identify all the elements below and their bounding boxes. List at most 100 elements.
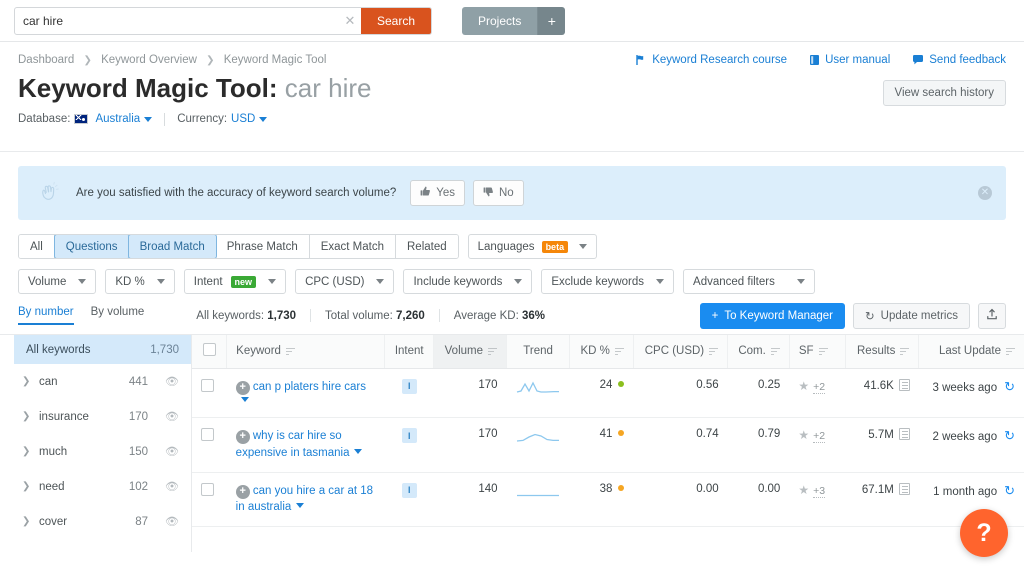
breadcrumb-keyword-overview[interactable]: Keyword Overview xyxy=(101,54,197,66)
match-tab-related[interactable]: Related xyxy=(396,235,458,258)
keyword-link[interactable]: can p platers hire cars xyxy=(253,381,366,393)
view-tab-by-volume[interactable]: By volume xyxy=(91,306,145,325)
waving-hand-icon xyxy=(32,176,66,210)
sf-extra-count[interactable]: +2 xyxy=(813,430,826,444)
chevron-down-icon[interactable] xyxy=(259,116,268,122)
sort-icon[interactable] xyxy=(488,347,497,355)
select-all-checkbox[interactable] xyxy=(202,343,216,357)
match-tab-phrase-match[interactable]: Phrase Match xyxy=(215,235,310,258)
keyword-research-course-link[interactable]: Keyword Research course xyxy=(635,54,787,66)
sidebar-item-insurance[interactable]: ❯ insurance 170 👁 xyxy=(14,399,191,434)
view-tab-by-number[interactable]: By number xyxy=(18,306,74,325)
th-results[interactable]: Results xyxy=(844,335,919,369)
row-sf-cell: ★ +3 xyxy=(789,472,846,527)
row-checkbox[interactable] xyxy=(201,378,214,392)
th-sf[interactable]: SF xyxy=(788,335,846,369)
match-tab-broad-match[interactable]: Broad Match xyxy=(127,235,217,258)
intent-badge[interactable]: I xyxy=(401,428,417,444)
eye-icon[interactable]: 👁 xyxy=(165,445,179,458)
refresh-icon[interactable]: ↻ xyxy=(1004,483,1015,498)
page-title-query: car hire xyxy=(284,73,372,103)
database-value[interactable]: Australia xyxy=(95,113,140,125)
sort-icon[interactable] xyxy=(614,347,624,355)
breadcrumb-dashboard[interactable]: Dashboard xyxy=(18,54,74,66)
th-keyword[interactable]: Keyword xyxy=(226,335,385,369)
chevron-right-icon[interactable]: ❯ xyxy=(22,411,31,422)
filter-include-keywords[interactable]: Include keywords xyxy=(403,269,533,294)
sidebar-item-need[interactable]: ❯ need 102 👁 xyxy=(14,469,191,504)
eye-icon[interactable]: 👁 xyxy=(165,515,179,528)
breadcrumb-keyword-magic-tool[interactable]: Keyword Magic Tool xyxy=(224,54,327,66)
add-keyword-icon[interactable]: + xyxy=(235,430,250,445)
chevron-down-icon[interactable] xyxy=(296,503,305,509)
sidebar-item-cover[interactable]: ❯ cover 87 👁 xyxy=(14,504,191,539)
document-icon[interactable] xyxy=(898,428,910,441)
eye-icon[interactable]: 👁 xyxy=(165,375,179,388)
keyword-link[interactable]: why is car hire so expensive in tasmania xyxy=(236,430,350,459)
sort-icon[interactable] xyxy=(1006,347,1015,355)
sort-icon[interactable] xyxy=(709,347,719,355)
clear-search-icon[interactable]: ✕ xyxy=(338,7,361,34)
chevron-down-icon[interactable] xyxy=(240,397,249,403)
add-keyword-icon[interactable]: + xyxy=(235,380,250,395)
match-tab-exact-match[interactable]: Exact Match xyxy=(309,235,396,258)
sort-icon[interactable] xyxy=(818,347,828,355)
th-cpc[interactable]: CPC (USD) xyxy=(632,335,728,369)
match-tab-questions[interactable]: Questions xyxy=(53,235,130,258)
chevron-right-icon[interactable]: ❯ xyxy=(22,481,31,492)
chevron-down-icon[interactable] xyxy=(354,448,363,454)
eye-icon[interactable]: 👁 xyxy=(165,480,179,493)
chevron-right-icon[interactable]: ❯ xyxy=(22,446,31,457)
close-banner-icon[interactable]: ✕ xyxy=(978,186,992,200)
intent-badge[interactable]: I xyxy=(401,482,417,498)
eye-icon[interactable]: 👁 xyxy=(165,410,179,423)
row-checkbox[interactable] xyxy=(201,482,214,496)
filter-intent[interactable]: Intent new xyxy=(183,269,287,294)
document-icon[interactable] xyxy=(898,482,910,495)
filter-exclude-keywords[interactable]: Exclude keywords xyxy=(541,269,675,294)
row-checkbox[interactable] xyxy=(201,428,214,442)
search-input[interactable] xyxy=(15,7,339,34)
filter-cpc[interactable]: CPC (USD) xyxy=(295,269,395,294)
sort-icon[interactable] xyxy=(770,347,780,355)
th-kd[interactable]: KD % xyxy=(569,335,634,369)
intent-badge[interactable]: I xyxy=(401,378,417,394)
chevron-right-icon[interactable]: ❯ xyxy=(22,376,31,387)
th-intent[interactable]: Intent xyxy=(384,335,434,369)
survey-yes-button[interactable]: Yes xyxy=(410,180,465,206)
export-button[interactable] xyxy=(978,302,1006,329)
chevron-right-icon[interactable]: ❯ xyxy=(22,516,31,527)
sort-icon[interactable] xyxy=(900,347,910,355)
filter-volume[interactable]: Volume xyxy=(18,269,97,294)
refresh-icon[interactable]: ↻ xyxy=(1004,379,1015,394)
view-search-history-button[interactable]: View search history xyxy=(882,80,1006,106)
add-project-button[interactable]: + xyxy=(537,6,566,35)
refresh-icon[interactable]: ↻ xyxy=(1004,428,1015,443)
projects-button[interactable]: Projects xyxy=(462,6,538,35)
sidebar-item-all-keywords[interactable]: All keywords 1,730 xyxy=(14,335,191,364)
filter-kd[interactable]: KD % xyxy=(105,269,175,294)
to-keyword-manager-button[interactable]: + To Keyword Manager xyxy=(699,302,846,329)
keyword-link[interactable]: can you hire a car at 18 in australia xyxy=(236,485,373,514)
th-volume[interactable]: Volume xyxy=(433,335,507,369)
add-keyword-icon[interactable]: + xyxy=(235,484,250,499)
th-com[interactable]: Com. xyxy=(727,335,790,369)
send-feedback-link[interactable]: Send feedback xyxy=(912,54,1006,66)
filter-advanced-filters[interactable]: Advanced filters xyxy=(683,269,815,294)
document-icon[interactable] xyxy=(898,378,910,391)
search-button[interactable]: Search xyxy=(360,7,431,34)
update-metrics-button[interactable]: ↻ Update metrics xyxy=(853,302,970,329)
sidebar-item-can[interactable]: ❯ can 441 👁 xyxy=(14,364,191,399)
sidebar-item-much[interactable]: ❯ much 150 👁 xyxy=(14,434,191,469)
help-button[interactable]: ? xyxy=(960,509,1008,557)
sort-icon[interactable] xyxy=(285,347,295,355)
th-last-update[interactable]: Last Update xyxy=(918,335,1024,369)
languages-dropdown[interactable]: Languages beta xyxy=(467,234,598,259)
chevron-down-icon[interactable] xyxy=(144,116,153,122)
sf-extra-count[interactable]: +2 xyxy=(813,380,826,394)
user-manual-link[interactable]: User manual xyxy=(809,54,890,66)
match-tab-all[interactable]: All xyxy=(19,235,55,258)
survey-no-button[interactable]: No xyxy=(473,180,524,206)
currency-value[interactable]: USD xyxy=(231,113,255,125)
sf-extra-count[interactable]: +3 xyxy=(813,484,826,498)
